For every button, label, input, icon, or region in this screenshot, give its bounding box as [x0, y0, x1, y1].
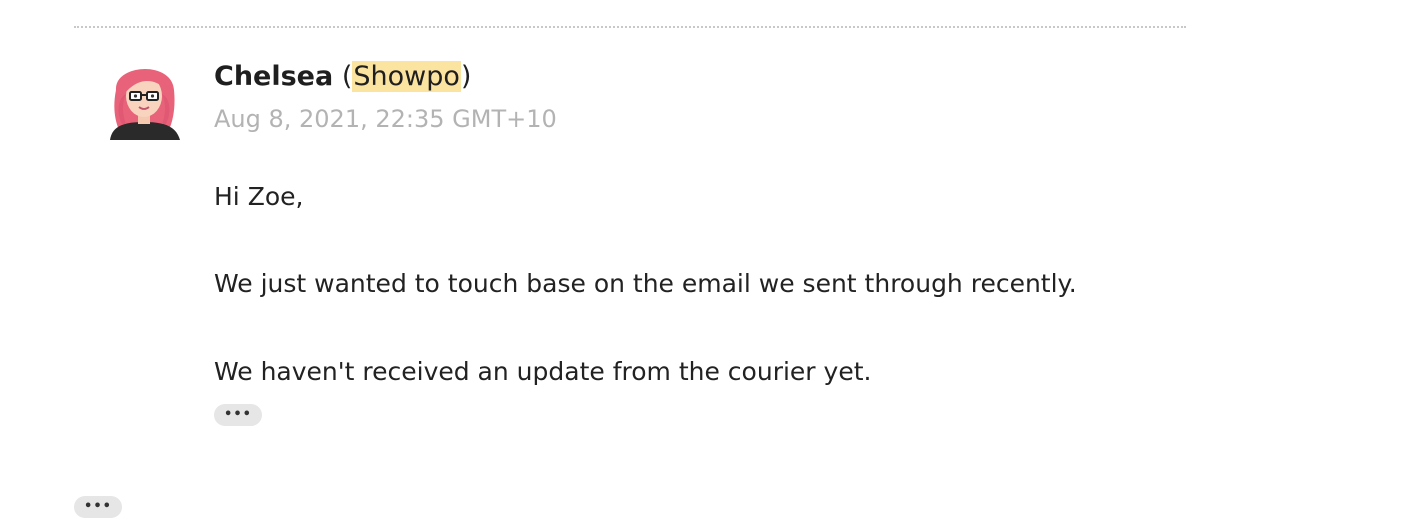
sender-organization: Showpo [352, 61, 461, 92]
show-quoted-text-button[interactable]: ••• [214, 404, 262, 426]
message-body-line: Hi Zoe, [214, 182, 304, 211]
sender-open-paren: ( [341, 61, 353, 92]
show-more-messages-button[interactable]: ••• [74, 496, 122, 518]
message-body-line: We haven't received an update from the c… [214, 357, 872, 386]
message-divider [74, 26, 1186, 28]
message-body-line: We just wanted to touch base on the emai… [214, 269, 1077, 298]
sender-name: Chelsea [214, 61, 334, 92]
sender-close-paren: ) [460, 61, 472, 92]
female-user-avatar-icon [104, 54, 184, 140]
message-timestamp: Aug 8, 2021, 22:35 GMT+10 [214, 105, 557, 133]
sender-line: Chelsea (Showpo) [214, 58, 471, 96]
